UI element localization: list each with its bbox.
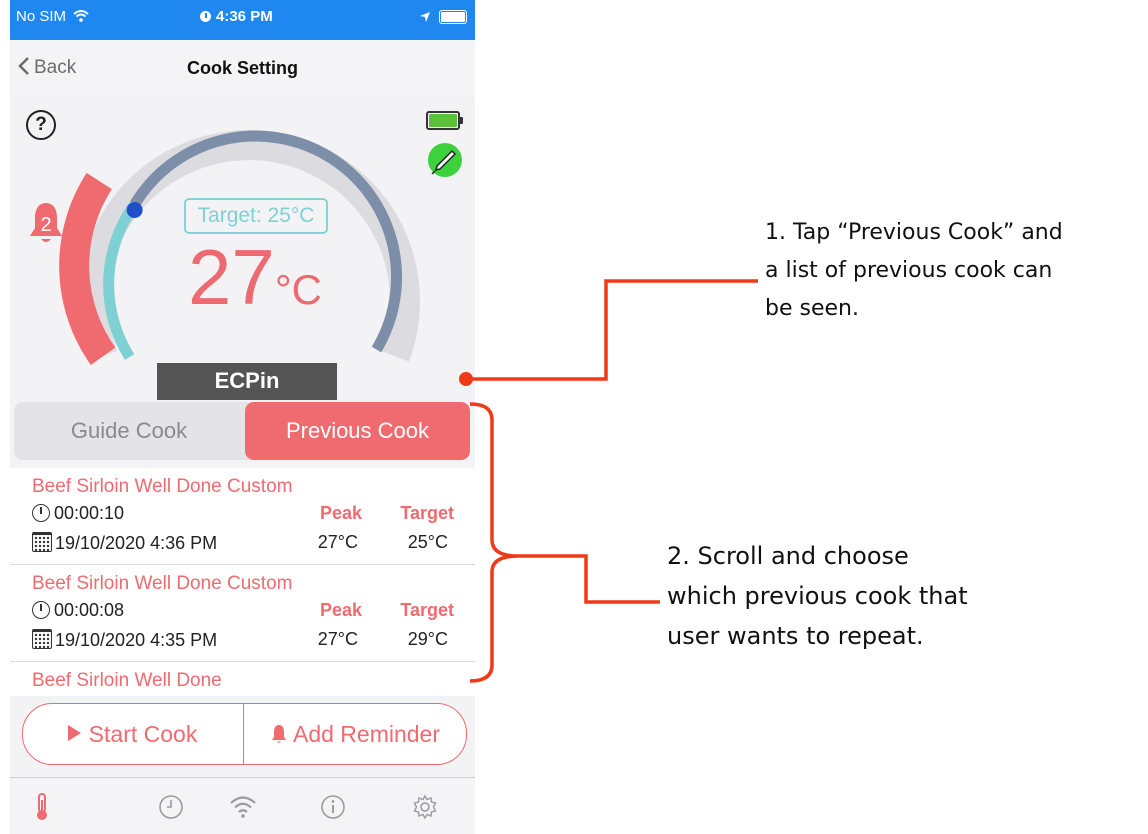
annotation-lines: [459, 279, 758, 683]
annotation-step-2: 2. Scroll and choose which previous cook…: [667, 542, 968, 650]
annotation-step-1: 1. Tap “Previous Cook” and a list of pre…: [765, 220, 1063, 321]
